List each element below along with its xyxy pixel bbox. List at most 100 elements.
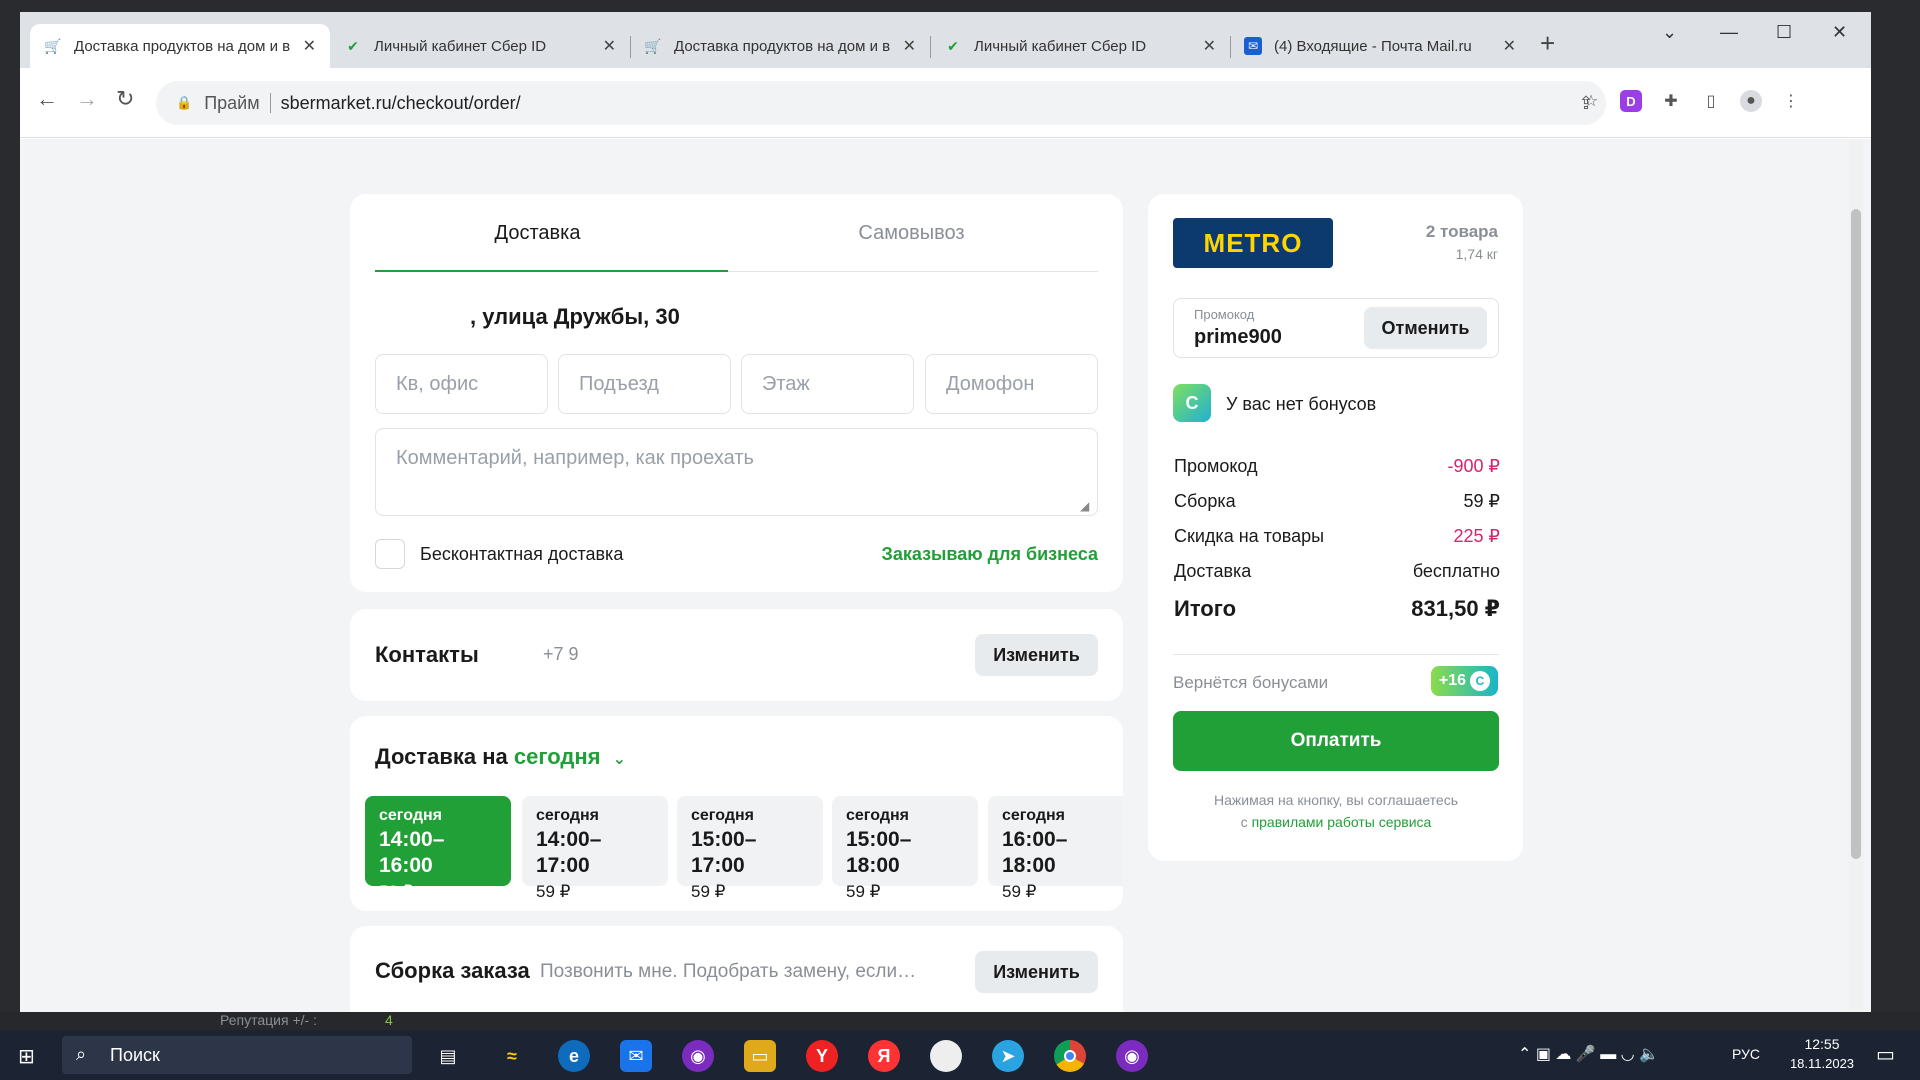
reload-icon[interactable]: ↻ [116,86,134,112]
tab-pickup[interactable]: Самовывоз [725,194,1098,272]
language-indicator[interactable]: РУС [1732,1046,1760,1062]
tray-icons[interactable]: ⌃ ▣ ☁ 🎤 ▬ ◡ 🔈 [1518,1044,1659,1064]
assembly-title: Сборка заказа [375,958,530,983]
address-bar[interactable]: 🔒 Прайм sbermarket.ru/checkout/order/ ⇪ [156,81,1606,125]
tab-3[interactable]: 🛒 Доставка продуктов на дом и в ✕ [630,24,930,68]
forward-icon[interactable]: → [76,86,98,112]
delivery-address[interactable]: , улица Дружбы, 30 [470,304,680,330]
terms-link[interactable]: правилами работы сервиса [1252,814,1432,830]
tab-4[interactable]: ✔ Личный кабинет Сбер ID ✕ [930,24,1230,68]
contacts-title: Контакты [375,642,479,667]
app-icon[interactable]: ≈ [496,1040,528,1072]
line-discount: Скидка на товары 225 ₽ [1174,526,1500,547]
line-promo: Промокод -900 ₽ [1174,456,1500,477]
profile-icon[interactable]: ● [1740,90,1762,112]
slot-1[interactable]: сегодня 14:00–16:00 59 ₽ [365,796,511,901]
scrollbar[interactable] [1849,139,1863,1012]
app-icon[interactable]: ◉ [1116,1040,1148,1072]
close-icon[interactable]: ✕ [295,36,316,56]
app-icon[interactable]: ◉ [682,1040,714,1072]
tab-5[interactable]: ✉ (4) Входящие - Почта Mail.ru ✕ [1230,24,1530,68]
telegram-icon[interactable]: ➤ [992,1040,1024,1072]
close-icon[interactable]: ✕ [595,36,616,56]
intercom-input[interactable]: Домофон [925,354,1098,414]
mail-app-icon[interactable]: ✉ [620,1040,652,1072]
entrance-input[interactable]: Подъезд [558,354,731,414]
tab-pickup-label: Самовывоз [858,221,965,244]
slot-3[interactable]: сегодня 15:00–17:00 59 ₽ [677,796,823,901]
promo-box: Промокод prime900 Отменить [1173,298,1499,358]
yandex-browser-icon[interactable]: Я [868,1040,900,1072]
floor-input[interactable]: Этаж [741,354,914,414]
close-window-button[interactable]: ✕ [1832,22,1847,43]
pay-button[interactable]: Оплатить [1173,711,1499,771]
close-icon[interactable]: ✕ [1195,36,1216,56]
contacts-change-button[interactable]: Изменить [975,634,1098,676]
slot-price: 59 ₽ [691,881,726,901]
task-view-icon[interactable]: ▤ [432,1040,464,1072]
summary-divider [1173,654,1499,655]
sidepanel-icon[interactable]: ▯ [1700,90,1722,112]
terms-prefix: с [1240,814,1252,830]
slot-price: 59 ₽ [1002,881,1037,901]
slot-2[interactable]: сегодня 14:00–17:00 59 ₽ [522,796,668,901]
tab-2[interactable]: ✔ Личный кабинет Сбер ID ✕ [330,24,630,68]
scrollbar-thumb[interactable] [1851,209,1861,859]
tab-title: (4) Входящие - Почта Mail.ru [1274,37,1472,55]
background-window: Репутация +/- : 4 [0,1012,1920,1030]
notifications-icon[interactable]: ▭ [1876,1042,1895,1067]
lock-icon: 🔒 [176,95,193,110]
business-link[interactable]: Заказываю для бизнеса [882,544,1098,565]
extension-icon[interactable]: D [1620,90,1642,112]
slot-5[interactable]: сегодня 16:00–18:00 59 ₽ [988,796,1123,901]
line-label: Промокод [1174,456,1258,476]
tab-title: Личный кабинет Сбер ID [974,37,1147,55]
contactless-checkbox[interactable] [375,539,405,569]
metro-logo-text: METRO [1203,227,1303,258]
explorer-icon[interactable]: ▭ [744,1040,776,1072]
search-icon: ⌕ [76,1044,87,1064]
search-label: Поиск [110,1045,160,1065]
tab-delivery-label: Доставка [494,221,581,244]
tab-1[interactable]: 🛒 Доставка продуктов на дом и в ✕ [30,24,330,68]
close-icon[interactable]: ✕ [1495,36,1516,56]
minimize-button[interactable]: — [1720,22,1738,43]
tab-search-icon[interactable]: ⌄ [1662,22,1677,43]
active-tab-underline [375,270,728,272]
promo-value[interactable]: prime900 [1194,326,1282,349]
clock-date[interactable]: 18.11.2023 [1778,1056,1866,1071]
line-label: Сборка [1174,491,1236,511]
menu-icon[interactable]: ⋮ [1780,90,1802,112]
star-icon[interactable]: ☆ [1580,90,1602,112]
divider [269,93,271,113]
browser-toolbar: ← → ↻ 🔒 Прайм sbermarket.ru/checkout/ord… [20,68,1871,138]
maximize-button[interactable]: ☐ [1776,22,1792,43]
windows-start-icon[interactable]: ⊞ [18,1044,35,1069]
promo-label: Промокод [1194,307,1255,322]
apartment-input[interactable]: Кв, офис [375,354,548,414]
cart-icon: 🛒 [44,37,62,54]
schedule-title[interactable]: Доставка на сегодня ⌄ [375,744,626,770]
assembly-change-button[interactable]: Изменить [975,951,1098,993]
tab-delivery[interactable]: Доставка [350,194,725,272]
slot-4[interactable]: сегодня 15:00–18:00 59 ₽ [832,796,978,901]
mail-icon: ✉ [1244,37,1262,55]
promo-cancel-button[interactable]: Отменить [1364,307,1487,349]
app-icon[interactable] [930,1040,962,1072]
line-value: 225 ₽ [1453,526,1501,546]
chrome-icon[interactable] [1054,1040,1086,1072]
line-delivery: Доставка бесплатно [1174,561,1500,582]
new-tab-button[interactable]: + [1540,28,1555,59]
close-icon[interactable]: ✕ [895,36,916,56]
metro-logo[interactable]: METRO [1173,218,1333,268]
search-box[interactable]: ⌕ Поиск [62,1036,412,1074]
back-icon[interactable]: ← [36,86,58,112]
comment-textarea[interactable]: Комментарий, например, как проехать [375,428,1098,516]
puzzle-icon[interactable]: ✚ [1660,90,1682,112]
edge-icon[interactable]: e [558,1040,590,1072]
yandex-icon[interactable]: Y [806,1040,838,1072]
resize-handle-icon[interactable]: ◢ [1080,499,1089,513]
clock-time[interactable]: 12:55 [1792,1036,1852,1052]
line-label: Доставка [1174,561,1252,581]
slot-time: 14:00–16:00 [379,828,445,878]
